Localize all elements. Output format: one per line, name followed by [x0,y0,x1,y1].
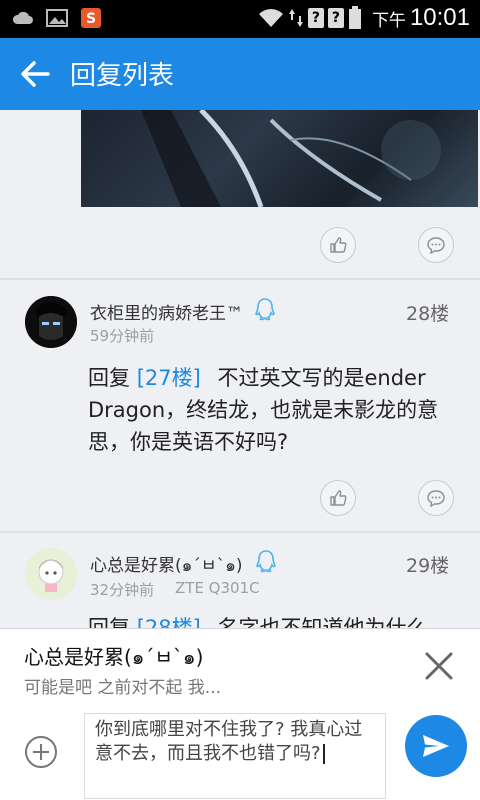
reply-content: 回复 [27楼] 不过英文写的是ender Dragon，终结龙，也就是末影龙的… [88,362,473,458]
clock-time: 10:01 [409,4,470,31]
like-button[interactable] [320,227,356,263]
comment-icon [427,490,445,507]
no-sim-2-icon: ? [327,8,344,28]
app-s-icon: S [81,8,101,28]
add-attachment-icon[interactable] [24,735,58,769]
qq-icon [256,550,276,573]
device-name: ZTE Q301C [175,579,260,597]
post-image[interactable] [81,110,478,207]
comment-button[interactable] [418,227,454,263]
like-button[interactable] [320,480,356,516]
quoted-text: 可能是吧 之前对不起 我... [24,678,222,698]
status-bar: S ? ? 下午 10:01 [0,0,480,38]
send-button[interactable] [405,715,467,777]
avatar[interactable] [25,548,77,600]
svg-text:S: S [86,11,96,27]
post-time: 59分钟前 [90,327,155,345]
thumbs-up-icon [330,490,347,506]
clock-ampm: 下午 [371,10,406,31]
reply-floor-link[interactable]: [27楼] [137,366,201,390]
qq-icon [255,298,275,321]
reply-list[interactable]: 衣柜里的病娇老王™ 59分钟前 28楼 回复 [27楼] 不过英文写的是ende… [0,110,480,630]
cloud-icon [12,11,33,24]
back-arrow-icon[interactable] [18,58,52,90]
reply-target-user: 心总是好累(๑´ㅂ`๑) [24,645,204,669]
divider [0,278,480,280]
avatar[interactable] [25,296,77,348]
user-name[interactable]: 心总是好累(๑´ㅂ`๑) [90,551,243,579]
floor-number: 29楼 [406,555,450,577]
image-icon [46,9,68,27]
user-name[interactable]: 衣柜里的病娇老王™ [90,299,243,324]
reply-panel: 心总是好累(๑´ㅂ`๑) 可能是吧 之前对不起 我... 你到底哪里对不住我了?… [0,628,480,800]
reply-prefix: 回复 [88,366,130,390]
wifi-icon [258,9,283,27]
close-icon[interactable] [422,649,456,683]
reply-input[interactable]: 你到底哪里对不住我了? 我真心过意不去，而且我不也错了吗? [84,713,386,799]
send-icon [423,735,449,757]
no-sim-1-icon: ? [307,8,324,28]
comment-button[interactable] [418,480,454,516]
divider [0,531,480,533]
floor-number: 28楼 [406,303,450,325]
thumbs-up-icon [330,237,347,253]
data-arrows-icon [288,9,303,27]
post-time: 32分钟前 [90,581,155,599]
comment-icon [427,237,445,254]
page-title: 回复列表 [70,61,175,91]
battery-icon [348,6,361,29]
app-bar: 回复列表 [0,38,480,110]
text-cursor [322,744,325,764]
